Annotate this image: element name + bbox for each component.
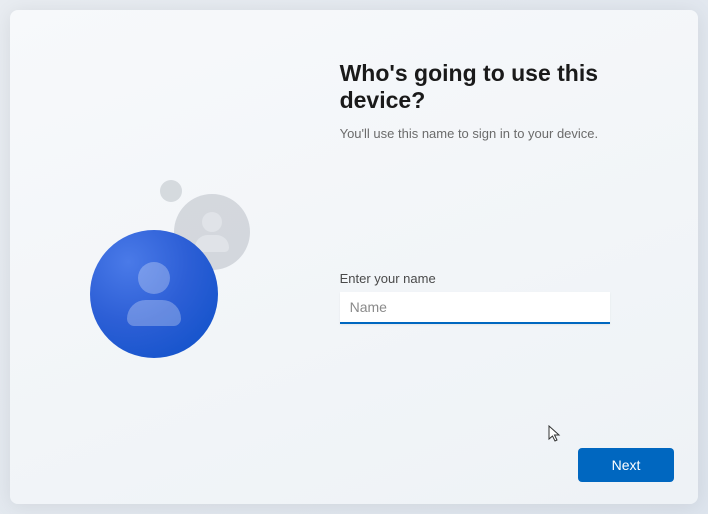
name-field-label: Enter your name (340, 271, 658, 286)
name-input[interactable] (340, 292, 610, 324)
decorative-dot (160, 180, 182, 202)
content-pane: Who's going to use this device? You'll u… (320, 10, 698, 504)
user-avatar-icon (90, 230, 218, 358)
user-illustration (80, 180, 300, 400)
next-button[interactable]: Next (578, 448, 674, 482)
page-title: Who's going to use this device? (340, 60, 658, 114)
page-subtitle: You'll use this name to sign in to your … (340, 126, 658, 141)
illustration-pane (10, 10, 320, 504)
setup-window: Who's going to use this device? You'll u… (10, 10, 698, 504)
